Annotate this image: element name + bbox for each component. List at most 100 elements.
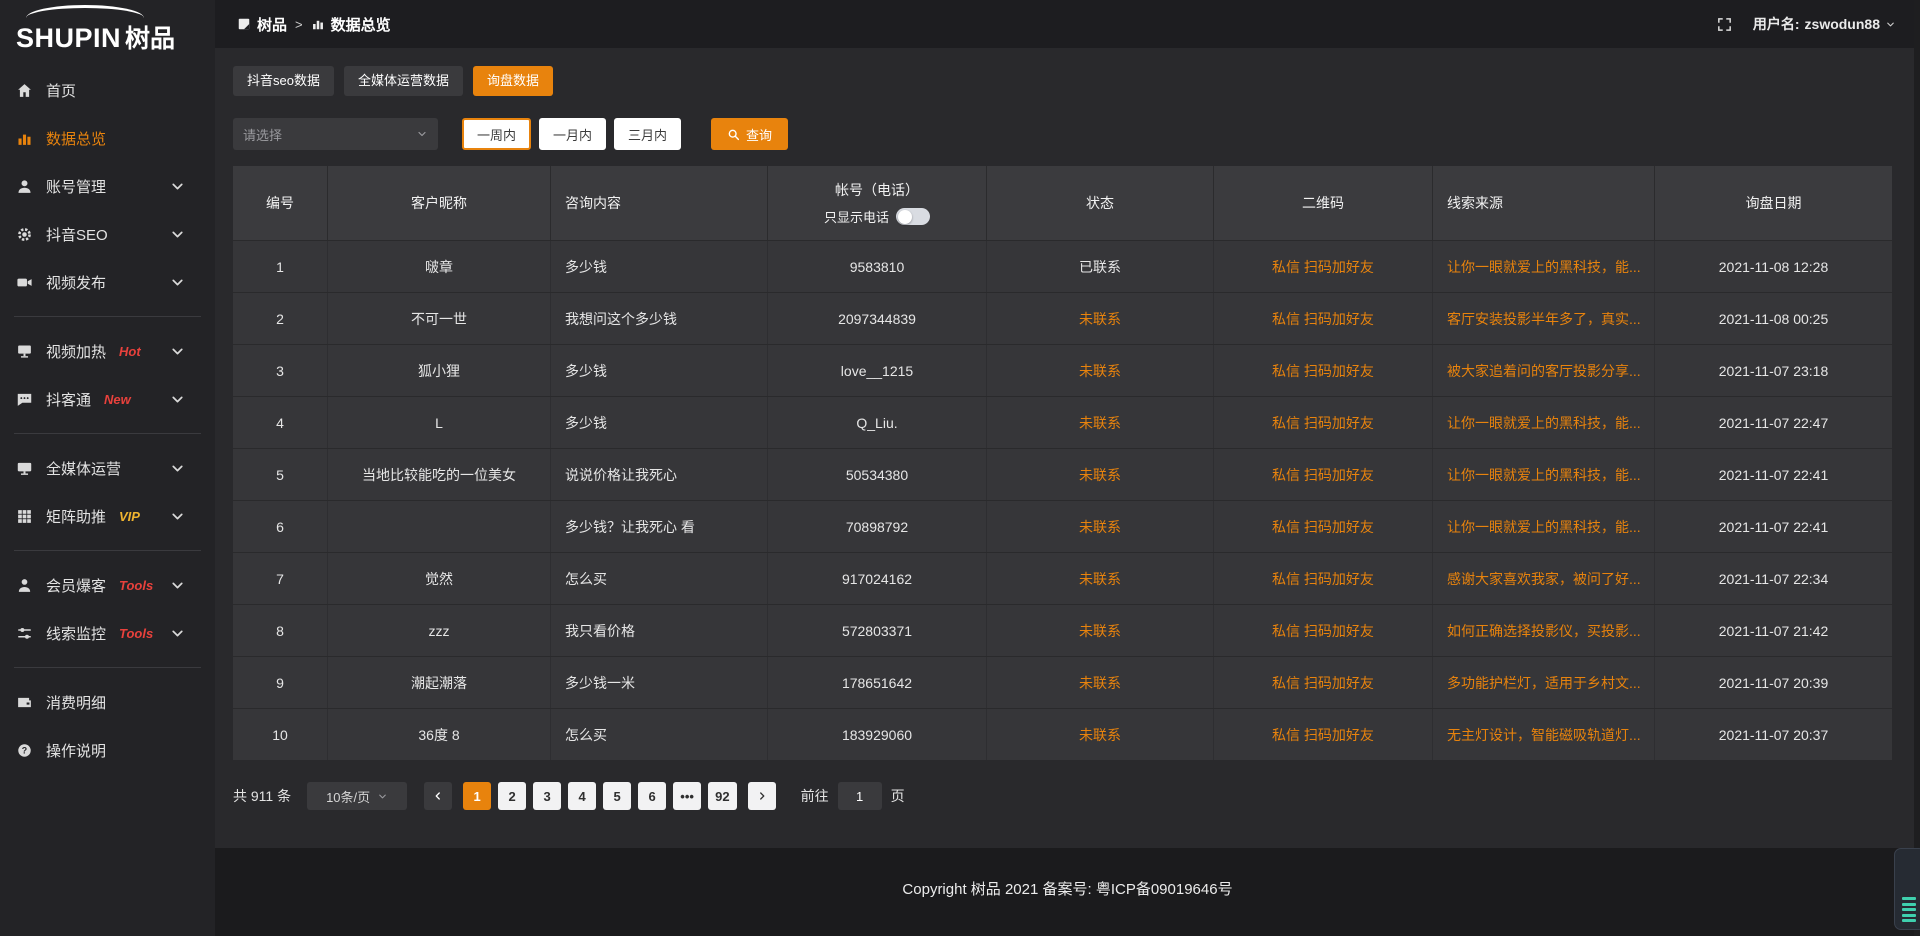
cell-nickname: 不可一世 [328, 293, 551, 344]
chevron-down-icon [169, 577, 186, 594]
cell-source[interactable]: 让你一眼就爱上的黑科技，能... [1433, 397, 1655, 448]
sidebar-item-doukertong[interactable]: 抖客通New [0, 375, 215, 423]
sidebar-item-video-publish[interactable]: 视频发布 [0, 258, 215, 306]
cell-qr[interactable]: 私信 扫码加好友 [1214, 709, 1433, 760]
scrollbar-track[interactable] [1914, 0, 1920, 936]
breadcrumb-item-current[interactable]: 数据总览 [311, 14, 391, 35]
col-header-date: 询盘日期 [1655, 166, 1892, 240]
select-placeholder: 请选择 [243, 125, 282, 144]
range-one-week[interactable]: 一周内 [462, 118, 531, 150]
breadcrumb: 树品 > 数据总览 [237, 14, 391, 35]
page-button-4[interactable]: 4 [568, 782, 596, 810]
page-ellipsis[interactable]: ••• [673, 782, 701, 810]
col-header-label: 二维码 [1302, 193, 1344, 213]
cell-id: 4 [233, 397, 328, 448]
cell-date: 2021-11-07 20:39 [1655, 657, 1892, 708]
cell-nickname: zzz [328, 605, 551, 656]
sidebar-item-omnimedia-operation[interactable]: 全媒体运营 [0, 444, 215, 492]
next-page-button[interactable] [748, 782, 776, 810]
user-menu[interactable]: 用户名: zswodun88 [1753, 14, 1896, 34]
breadcrumb-item-root[interactable]: 树品 [237, 14, 287, 35]
prev-page-button[interactable] [424, 782, 452, 810]
page-button-1[interactable]: 1 [463, 782, 491, 810]
sidebar-item-video-heating[interactable]: 视频加热Hot [0, 327, 215, 375]
cell-source[interactable]: 客厅安装投影半年多了，真实... [1433, 293, 1655, 344]
range-three-months[interactable]: 三月内 [614, 118, 681, 150]
cell-qr[interactable]: 私信 扫码加好友 [1214, 553, 1433, 604]
cell-date: 2021-11-07 21:42 [1655, 605, 1892, 656]
logo-text-cn: 树品 [125, 26, 175, 52]
chevron-down-icon [416, 128, 428, 140]
cell-account: 70898792 [768, 501, 987, 552]
user-icon [16, 178, 33, 195]
page-size-value: 10条/页 [326, 787, 370, 806]
goto-page-input[interactable] [838, 782, 882, 810]
copyright-text: Copyright 树品 2021 备案号: 粤ICP备09019646号 [902, 878, 1232, 936]
page-size-select[interactable]: 10条/页 [307, 782, 407, 810]
page-button-2[interactable]: 2 [498, 782, 526, 810]
cell-account: 50534380 [768, 449, 987, 500]
floating-widget[interactable] [1894, 848, 1920, 930]
sidebar-item-account-management[interactable]: 账号管理 [0, 162, 215, 210]
page-button-6[interactable]: 6 [638, 782, 666, 810]
sidebar-item-operation-guide[interactable]: ?操作说明 [0, 726, 215, 774]
sidebar-item-label: 账号管理 [46, 176, 106, 197]
fullscreen-icon[interactable] [1716, 16, 1733, 33]
sidebar-item-home[interactable]: 首页 [0, 66, 215, 114]
sidebar-item-lead-monitor[interactable]: 线索监控Tools [0, 609, 215, 657]
cell-qr[interactable]: 私信 扫码加好友 [1214, 397, 1433, 448]
cell-source[interactable]: 无主灯设计，智能磁吸轨道灯... [1433, 709, 1655, 760]
sidebar-item-douyin-seo[interactable]: 抖音SEO [0, 210, 215, 258]
page-button-5[interactable]: 5 [603, 782, 631, 810]
chevron-left-icon [432, 790, 444, 802]
cell-source[interactable]: 让你一眼就爱上的黑科技，能... [1433, 501, 1655, 552]
cell-source[interactable]: 被大家追着问的客厅投影分享... [1433, 345, 1655, 396]
query-button[interactable]: 查询 [711, 118, 788, 150]
video-camera-icon [16, 274, 33, 291]
sidebar-item-member-promo[interactable]: 会员爆客Tools [0, 561, 215, 609]
breadcrumb-separator: > [295, 17, 303, 32]
phone-only-toggle[interactable] [896, 208, 930, 225]
chevron-down-icon [169, 226, 186, 243]
tab-omnimedia-data[interactable]: 全媒体运营数据 [344, 66, 463, 96]
cell-date: 2021-11-07 22:41 [1655, 449, 1892, 500]
range-one-month[interactable]: 一月内 [539, 118, 606, 150]
table-row: 4L多少钱Q_Liu.未联系私信 扫码加好友让你一眼就爱上的黑科技，能...20… [233, 396, 1892, 448]
wallet-icon [16, 694, 33, 711]
topbar-right: 用户名: zswodun88 [1716, 14, 1896, 34]
cell-source[interactable]: 感谢大家喜欢我家，被问了好... [1433, 553, 1655, 604]
cell-source[interactable]: 多功能护栏灯，适用于乡村文... [1433, 657, 1655, 708]
cell-qr[interactable]: 私信 扫码加好友 [1214, 449, 1433, 500]
cell-qr[interactable]: 私信 扫码加好友 [1214, 345, 1433, 396]
cell-qr[interactable]: 私信 扫码加好友 [1214, 241, 1433, 292]
cell-qr[interactable]: 私信 扫码加好友 [1214, 605, 1433, 656]
col-header-label: 咨询内容 [565, 193, 621, 213]
cell-id: 2 [233, 293, 328, 344]
cell-source[interactable]: 让你一眼就爱上的黑科技，能... [1433, 241, 1655, 292]
page-button-92[interactable]: 92 [708, 782, 736, 810]
table-row: 9潮起潮落多少钱一米178651642未联系私信 扫码加好友多功能护栏灯，适用于… [233, 656, 1892, 708]
col-header-label: 状态 [1086, 193, 1114, 213]
sidebar-item-data-overview[interactable]: 数据总览 [0, 114, 215, 162]
cell-date: 2021-11-08 12:28 [1655, 241, 1892, 292]
page-unit-label: 页 [891, 786, 905, 806]
sidebar-item-badge: VIP [119, 509, 140, 524]
cell-qr[interactable]: 私信 扫码加好友 [1214, 501, 1433, 552]
table-row: 2不可一世我想问这个多少钱2097344839未联系私信 扫码加好友客厅安装投影… [233, 292, 1892, 344]
cell-qr[interactable]: 私信 扫码加好友 [1214, 657, 1433, 708]
page-button-3[interactable]: 3 [533, 782, 561, 810]
account-select[interactable]: 请选择 [233, 118, 438, 150]
tab-inquiry-data[interactable]: 询盘数据 [473, 66, 553, 96]
cell-source[interactable]: 如何正确选择投影仪，买投影... [1433, 605, 1655, 656]
cell-source[interactable]: 让你一眼就爱上的黑科技，能... [1433, 449, 1655, 500]
cell-nickname: 36度 8 [328, 709, 551, 760]
chevron-down-icon [169, 460, 186, 477]
cell-qr[interactable]: 私信 扫码加好友 [1214, 293, 1433, 344]
phone-only-toggle-row: 只显示电话 [824, 207, 930, 226]
sidebar-item-consumption-detail[interactable]: 消费明细 [0, 678, 215, 726]
col-header-source: 线索来源 [1433, 166, 1655, 240]
chevron-down-icon [1885, 19, 1896, 30]
tab-douyin-seo-data[interactable]: 抖音seo数据 [233, 66, 334, 96]
sidebar-item-matrix-boost[interactable]: 矩阵助推VIP [0, 492, 215, 540]
table-row: 7觉然怎么买917024162未联系私信 扫码加好友感谢大家喜欢我家，被问了好.… [233, 552, 1892, 604]
